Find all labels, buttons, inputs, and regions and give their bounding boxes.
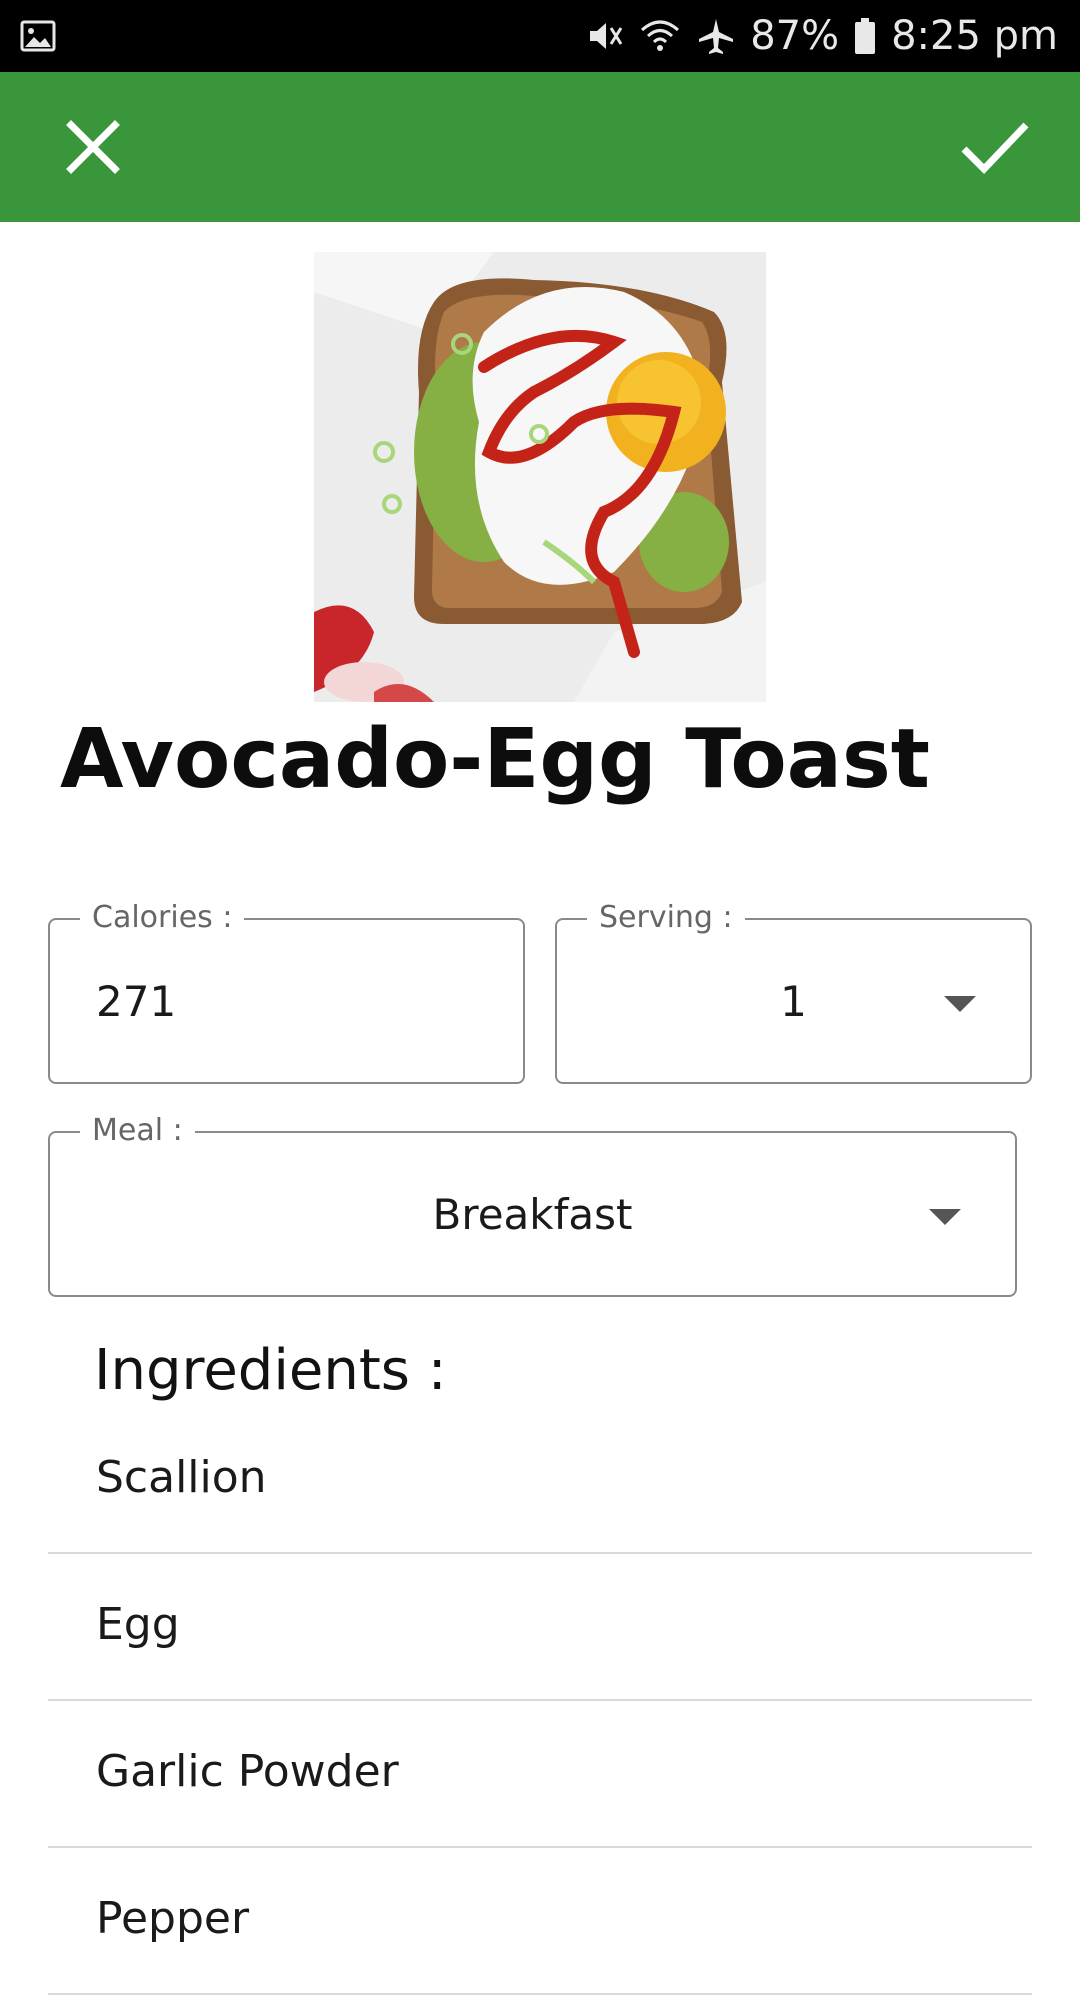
wifi-icon (638, 16, 682, 56)
ingredient-row[interactable]: Garlic Powder (48, 1702, 1032, 1848)
recipe-title: Avocado-Egg Toast (60, 712, 931, 807)
meal-value: Breakfast (432, 1189, 633, 1239)
calories-value[interactable]: 271 (96, 920, 176, 1082)
app-bar (0, 72, 1080, 222)
chevron-down-icon (929, 1209, 961, 1225)
ingredient-row[interactable]: Scallion (48, 1408, 1032, 1554)
ingredient-name: Scallion (96, 1452, 267, 1503)
gallery-icon (20, 18, 56, 54)
ingredient-name: Egg (96, 1599, 180, 1650)
ingredient-row[interactable]: Pepper (48, 1849, 1032, 1995)
battery-icon (853, 16, 877, 56)
confirm-button[interactable] (950, 102, 1040, 192)
airplane-icon (696, 16, 736, 56)
ingredient-name: Garlic Powder (96, 1746, 399, 1797)
chevron-down-icon (944, 996, 976, 1012)
serving-dropdown[interactable]: Serving : 1 (555, 900, 1032, 1084)
close-icon (66, 120, 120, 174)
clock: 8:25 pm (891, 13, 1058, 59)
ingredient-name: Pepper (96, 1893, 250, 1944)
check-icon (961, 122, 1029, 175)
battery-percentage: 87% (750, 13, 840, 59)
ingredient-row[interactable]: Egg (48, 1555, 1032, 1701)
recipe-image (314, 252, 766, 702)
status-bar: 87% 8:25 pm (0, 0, 1080, 72)
meal-dropdown[interactable]: Meal : Breakfast (48, 1113, 1017, 1297)
calories-field[interactable]: Calories : 271 (48, 900, 525, 1084)
close-button[interactable] (48, 102, 138, 192)
ingredients-heading: Ingredients : (94, 1338, 447, 1403)
status-icons: 87% 8:25 pm (584, 8, 1058, 64)
mute-icon (584, 16, 624, 56)
